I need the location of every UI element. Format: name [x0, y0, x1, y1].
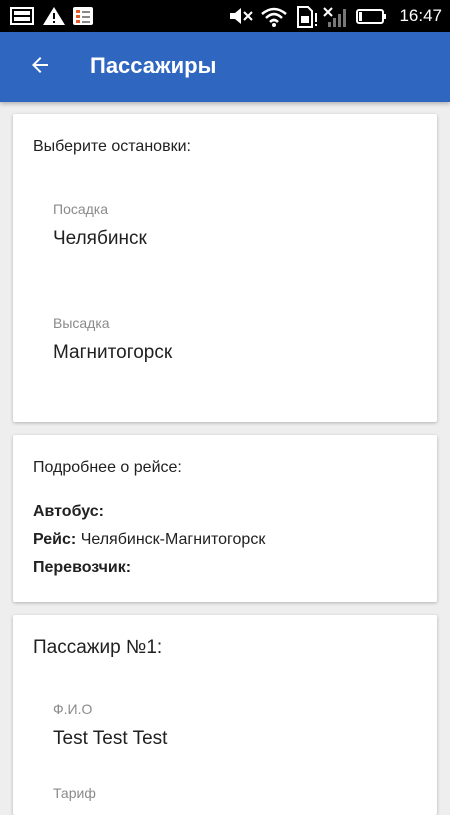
arrow-left-icon [28, 53, 52, 82]
carrier-label: Перевозчик: [33, 559, 132, 576]
wifi-icon [260, 6, 288, 33]
trip-heading: Подробнее о рейсе: [33, 459, 182, 476]
route-value: Челябинск-Магнитогорск [80, 531, 266, 548]
mute-icon [228, 6, 254, 31]
tariff-label: Тариф [53, 785, 96, 801]
sim-icon [295, 6, 319, 33]
page-title: Пассажиры [90, 53, 217, 78]
route-label: Рейс: [33, 531, 77, 548]
stops-card: Выберите остановки: Посадка Челябинск Вы… [13, 114, 437, 422]
name-field[interactable]: Test Test Test [53, 728, 167, 750]
passenger-card: Пассажир №1: Ф.И.О Test Test Test Тариф [13, 615, 437, 815]
boarding-label: Посадка [53, 201, 109, 217]
passenger-heading: Пассажир №1: [33, 637, 163, 658]
status-time: 16:47 [399, 6, 442, 25]
no-signal-icon [322, 6, 350, 33]
stops-heading: Выберите остановки: [33, 138, 191, 155]
boarding-field[interactable]: Челябинск [53, 228, 147, 250]
route-line: Рейс: Челябинск-Магнитогорск [33, 531, 265, 549]
warning-icon [42, 6, 66, 31]
bus-line: Автобус: [33, 503, 104, 521]
carrier-line: Перевозчик: [33, 559, 131, 577]
trip-details-card: Подробнее о рейсе: Автобус: Рейс: Челяби… [13, 435, 437, 602]
alighting-label: Высадка [53, 315, 110, 331]
name-label: Ф.И.О [53, 701, 93, 717]
app-bar: Пассажиры [0, 32, 450, 102]
alighting-field[interactable]: Магнитогорск [53, 342, 172, 364]
bus-label: Автобус: [33, 503, 104, 520]
battery-icon [356, 6, 388, 31]
checklist-icon [72, 6, 94, 31]
gallery-icon [10, 6, 34, 31]
back-button[interactable] [22, 49, 58, 85]
status-bar: 16:47 [0, 0, 450, 32]
